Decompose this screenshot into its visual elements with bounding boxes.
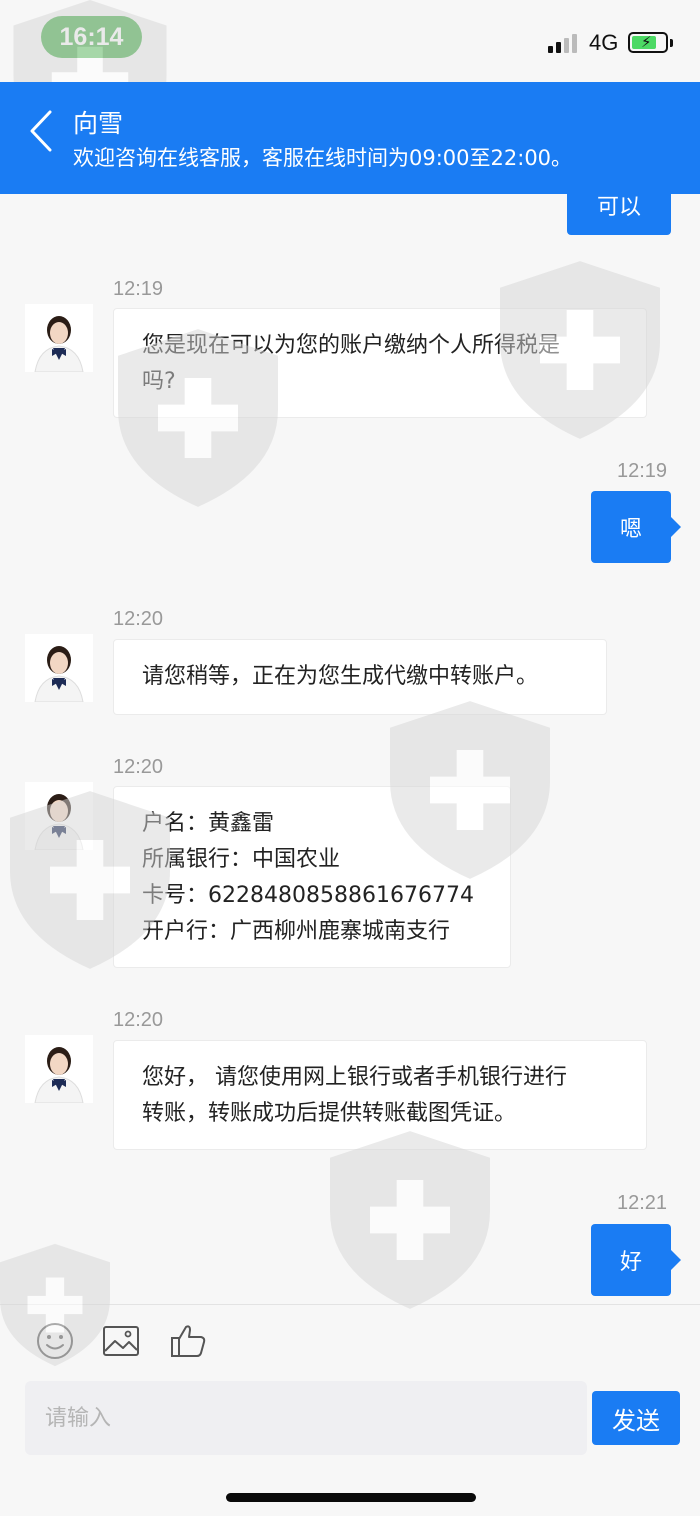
- message-time: 12:19: [617, 460, 668, 482]
- status-time: 16:14: [41, 16, 142, 58]
- composer: 发送: [0, 1304, 700, 1516]
- network-type: 4G: [589, 30, 619, 55]
- message-bubble-outgoing[interactable]: 可以: [567, 194, 671, 235]
- battery-tip: [670, 39, 673, 47]
- message-line: 转账，转账成功后提供转账截图凭证。: [142, 1101, 517, 1126]
- message-bubble-outgoing[interactable]: 好: [591, 1224, 681, 1296]
- smiley-icon[interactable]: [35, 1321, 75, 1361]
- agent-photo-icon: [25, 782, 93, 850]
- message-line: 您好， 请您使用网上银行或者手机银行进行: [142, 1065, 567, 1090]
- agent-name: 向雪: [73, 109, 124, 138]
- agent-photo-icon: [25, 1035, 93, 1103]
- message-time: 12:20: [113, 1009, 164, 1031]
- message-line: 开户行：广西柳州鹿寨城南支行: [142, 919, 451, 944]
- message-time: 12:21: [617, 1192, 668, 1214]
- agent-avatar: [25, 304, 93, 372]
- message-line: 所属银行：中国农业: [142, 847, 341, 872]
- image-icon[interactable]: [101, 1321, 141, 1361]
- message-line: 请您稍等，正在为您生成代缴中转账户。: [142, 664, 539, 689]
- home-indicator: [226, 1493, 476, 1502]
- message-text: 嗯: [619, 517, 642, 542]
- chevron-left-icon[interactable]: [26, 106, 56, 156]
- thumbs-up-icon[interactable]: [168, 1321, 208, 1361]
- message-line: 户名：黄鑫雷: [142, 811, 275, 836]
- signal-icon: [548, 33, 580, 53]
- message-bubble-incoming[interactable]: 户名：黄鑫雷 所属银行：中国农业 卡号：6228480858861676774 …: [113, 786, 511, 968]
- status-bar: 16:14 4G ⚡: [0, 0, 700, 82]
- message-line: 卡号：6228480858861676774: [142, 883, 474, 908]
- battery-icon: ⚡: [628, 32, 668, 53]
- message-time: 12:20: [113, 756, 164, 778]
- message-bubble-incoming[interactable]: 请您稍等，正在为您生成代缴中转账户。: [113, 639, 607, 715]
- agent-avatar: [25, 1035, 93, 1103]
- message-text: 可以: [596, 195, 641, 220]
- message-input[interactable]: [25, 1381, 587, 1455]
- message-line: 吗?: [142, 369, 176, 394]
- message-time: 12:20: [113, 608, 164, 630]
- message-bubble-incoming[interactable]: 您是现在可以为您的账户缴纳个人所得税是 吗?: [113, 308, 647, 418]
- agent-photo-icon: [25, 634, 93, 702]
- chat-header: 向雪 欢迎咨询在线客服，客服在线时间为09:00至22:00。: [0, 82, 700, 194]
- agent-avatar: [25, 634, 93, 702]
- chat-history[interactable]: 可以 12:19 您是现在可以为您的账户缴纳个人所得税是 吗? 12:19 嗯 …: [0, 194, 700, 1304]
- message-bubble-incoming[interactable]: 您好， 请您使用网上银行或者手机银行进行 转账，转账成功后提供转账截图凭证。: [113, 1040, 647, 1150]
- message-bubble-outgoing[interactable]: 嗯: [591, 491, 681, 563]
- agent-photo-icon: [25, 304, 93, 372]
- message-text: 好: [619, 1250, 642, 1275]
- service-hours-notice: 欢迎咨询在线客服，客服在线时间为09:00至22:00。: [73, 146, 573, 170]
- message-time: 12:19: [113, 278, 164, 300]
- agent-avatar: [25, 782, 93, 850]
- send-button[interactable]: 发送: [592, 1391, 680, 1445]
- message-line: 您是现在可以为您的账户缴纳个人所得税是: [142, 333, 561, 358]
